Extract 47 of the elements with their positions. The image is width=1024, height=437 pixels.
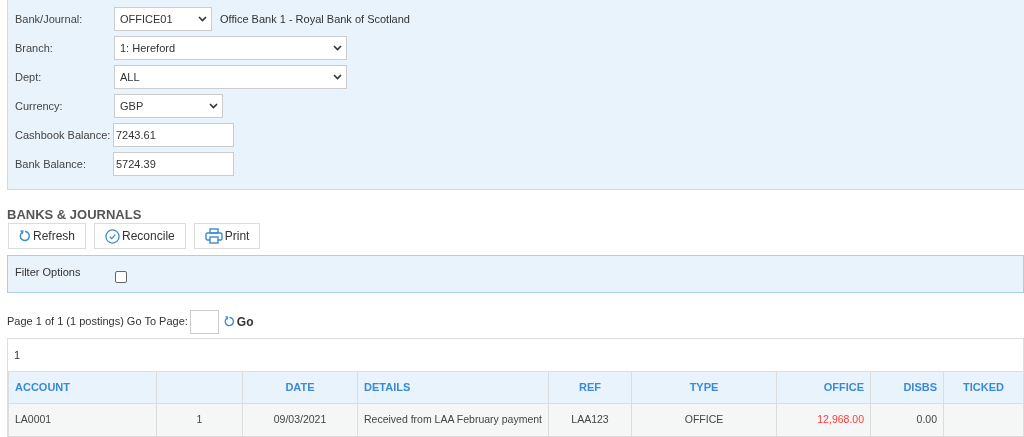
refresh-icon xyxy=(223,316,235,327)
dropdown[interactable]: ALL xyxy=(114,65,347,89)
table-cell: LAA123 xyxy=(571,413,609,426)
input-field[interactable]: 5724.39 xyxy=(113,152,234,176)
table-cell: 1 xyxy=(196,413,203,426)
table-cell: Received from LAA February payment xyxy=(364,413,542,426)
field-label: Dept: xyxy=(15,69,43,85)
input-field[interactable]: 7243.61 xyxy=(113,123,234,147)
column-header: ACCOUNT xyxy=(15,381,70,394)
toolbar-button[interactable]: Refresh xyxy=(8,223,87,249)
pager-text: Page 1 of 1 (1 postings) Go To Page: xyxy=(7,314,188,330)
dropdown[interactable]: OFFICE01 xyxy=(114,7,212,31)
column-header: TYPE xyxy=(689,381,719,394)
page-number-field[interactable] xyxy=(189,309,219,334)
field-label: Bank/Journal: xyxy=(15,11,84,27)
field-label: Bank Balance: xyxy=(15,156,87,172)
column-header: REF xyxy=(579,381,601,394)
field-label: Branch: xyxy=(15,40,54,56)
column-header: DISBS xyxy=(903,381,937,394)
check-circle-icon xyxy=(105,228,121,244)
column-header: DETAILS xyxy=(364,381,411,394)
table-cell: 12,968.00 xyxy=(817,413,864,426)
table-cell: LA0001 xyxy=(15,413,52,426)
section-title: BANKS & JOURNALS xyxy=(7,207,143,223)
field-label: Cashbook Balance: xyxy=(15,127,112,143)
column-header: DATE xyxy=(285,381,315,394)
refresh-icon xyxy=(19,230,31,242)
toolbar-button[interactable]: Reconcile xyxy=(94,223,186,249)
bank-name: Office Bank 1 - Royal Bank of Scotland xyxy=(220,11,410,27)
caret-icon xyxy=(333,45,342,51)
dropdown[interactable]: 1: Hereford xyxy=(114,36,347,60)
caret-icon xyxy=(198,16,207,22)
field-label: Currency: xyxy=(15,98,64,114)
filter-checkbox[interactable] xyxy=(115,271,127,283)
printer-icon xyxy=(204,228,223,244)
go-button[interactable]: Go xyxy=(223,312,254,331)
table-cell: 09/03/2021 xyxy=(273,413,327,426)
table-cell: 0.00 xyxy=(916,413,937,426)
page-link[interactable]: 1 xyxy=(14,346,21,364)
caret-icon xyxy=(209,103,218,109)
caret-icon xyxy=(333,74,342,80)
filter-label: Filter Options xyxy=(15,264,82,280)
column-header: OFFICE xyxy=(823,381,864,394)
toolbar-button[interactable]: Print xyxy=(193,223,261,249)
column-header: TICKED xyxy=(963,381,1004,394)
dropdown[interactable]: GBP xyxy=(114,94,223,118)
table-cell: OFFICE xyxy=(684,413,724,426)
